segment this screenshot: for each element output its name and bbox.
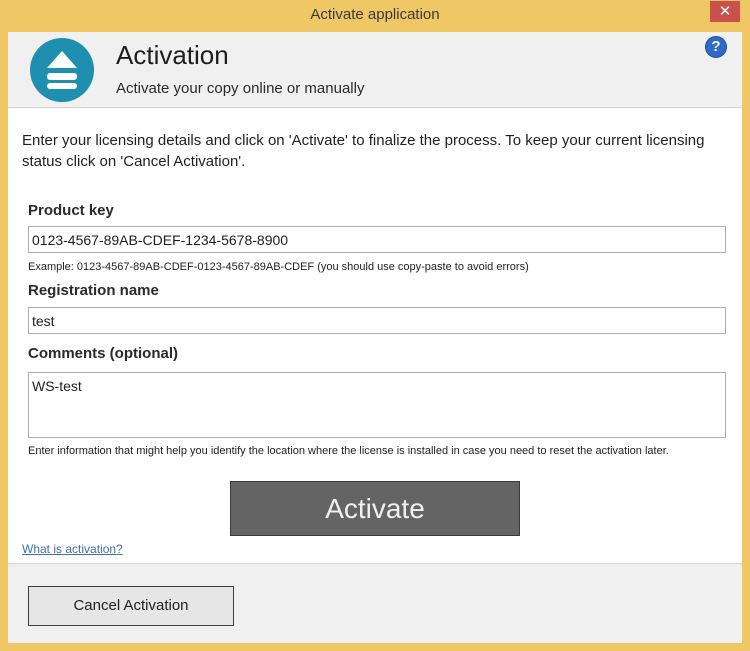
comments-hint: Enter information that might help you id… [28,445,669,457]
help-icon[interactable]: ? [705,36,727,58]
cancel-activation-button[interactable]: Cancel Activation [28,586,234,626]
window-title: Activate application [310,6,440,23]
dialog-footer: Cancel Activation [8,563,742,643]
product-key-hint: Example: 0123-4567-89AB-CDEF-0123-4567-8… [28,261,529,273]
dialog-client: Activation Activate your copy online or … [8,32,742,643]
intro-text: Enter your licensing details and click o… [22,132,705,170]
eject-icon [30,38,94,102]
product-key-label: Product key [28,202,114,219]
dialog-header: Activation Activate your copy online or … [8,32,742,108]
registration-name-input[interactable] [28,307,726,334]
page-title: Activation [116,40,229,70]
registration-name-label: Registration name [28,282,159,299]
product-key-input[interactable] [28,226,726,253]
close-icon: ✕ [718,2,732,20]
page-subtitle: Activate your copy online or manually [116,80,365,97]
comments-label: Comments (optional) [28,345,178,362]
title-bar[interactable]: Activate application ✕ [0,0,750,32]
close-button[interactable]: ✕ [710,1,740,22]
activate-button[interactable]: Activate [230,481,520,536]
activation-window: Activate application ✕ Activation Activa… [0,0,750,651]
eject-icon-graphic [47,51,77,89]
comments-textarea[interactable]: WS-test [28,372,726,438]
what-is-activation-link[interactable]: What is activation? [22,542,123,556]
